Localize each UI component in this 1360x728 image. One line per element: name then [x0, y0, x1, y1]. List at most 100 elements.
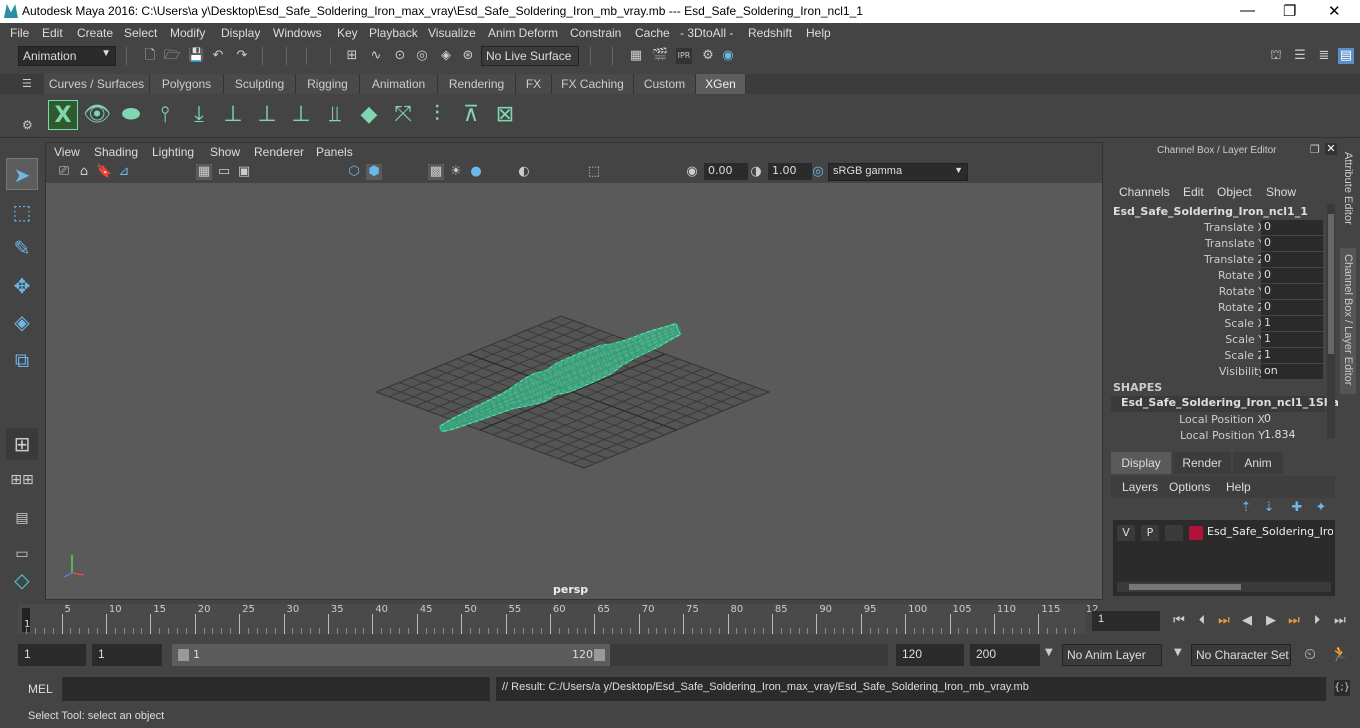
new-layer-icon[interactable]: ✚ [1289, 500, 1305, 516]
color-space-dropdown[interactable]: sRGB gamma ▼ [828, 163, 968, 181]
xgen-length-icon[interactable]: ⊼ [456, 100, 486, 130]
layer-playback-toggle[interactable]: P [1141, 525, 1159, 541]
xgen-add-guide-icon[interactable]: ⊥ [218, 100, 248, 130]
channel-value-field[interactable]: 0 [1261, 236, 1323, 251]
float-panel-icon[interactable]: ❐ [1310, 143, 1320, 156]
range-end-handle[interactable] [594, 649, 605, 661]
menu-help[interactable]: Help [806, 26, 831, 40]
channel-box-tab[interactable]: Channel Box / Layer Editor [1340, 248, 1356, 394]
camera-attributes-icon[interactable]: ⌂ [76, 164, 92, 180]
channel-row[interactable]: Translate Z0 [1105, 252, 1325, 268]
snap-grid-icon[interactable]: ⊞ [344, 48, 360, 64]
range-start-handle[interactable] [178, 649, 189, 661]
color-management-icon[interactable]: ◎ [810, 164, 826, 180]
step-back-key-icon[interactable]: ⏭ [1215, 612, 1233, 630]
layer-row[interactable]: V P Esd_Safe_Soldering_Iron [1113, 524, 1335, 542]
xgen-create-description-icon[interactable]: ⬬ [116, 100, 146, 130]
channel-row[interactable]: Scale Z1 [1105, 348, 1325, 364]
menu-redshift[interactable]: Redshift [748, 26, 792, 40]
xgen-place-guide-icon[interactable]: ⤓ [184, 100, 214, 130]
menu-set-dropdown[interactable]: Animation ▼ [18, 46, 116, 66]
image-plane-icon[interactable]: ⊿ [116, 164, 132, 180]
cb-menu-edit[interactable]: Edit [1183, 185, 1204, 199]
attribute-editor-tab[interactable]: Attribute Editor [1342, 152, 1354, 225]
exposure-field[interactable]: 0.00 [704, 163, 748, 180]
channel-row[interactable]: Translate X0 [1105, 220, 1325, 236]
play-forwards-icon[interactable]: ▶ [1262, 612, 1280, 630]
move-tool-icon[interactable]: ✥ [6, 270, 38, 302]
animation-preferences-icon[interactable]: 🏃 [1330, 646, 1349, 662]
channel-box-icon[interactable]: ▤ [1338, 48, 1354, 64]
close-panel-icon[interactable]: ✕ [1325, 143, 1337, 155]
layer-visibility-toggle[interactable]: V [1117, 525, 1135, 541]
four-view-layout-icon[interactable]: ⊞⊞ [6, 464, 38, 496]
channel-value-field[interactable]: 0 [1261, 252, 1323, 267]
viewport-menu-lighting[interactable]: Lighting [152, 145, 194, 159]
playback-start-field[interactable]: 1 [92, 644, 162, 666]
render-view-icon[interactable]: ▦ [628, 48, 644, 64]
auto-key-icon[interactable]: ⏲ [1302, 646, 1318, 662]
menu-edit[interactable]: Edit [42, 26, 63, 40]
tool-settings-icon[interactable]: ☰ [1292, 48, 1308, 64]
xray-icon[interactable]: ◐ [516, 164, 532, 180]
menu-file[interactable]: File [10, 26, 29, 40]
character-set-chevron-icon[interactable]: ▼ [1174, 647, 1182, 658]
channel-label[interactable]: Rotate Y [1219, 285, 1265, 298]
cb-menu-show[interactable]: Show [1266, 185, 1296, 199]
menu-visualize[interactable]: Visualize [428, 26, 476, 40]
tab-animation[interactable]: Animation [360, 74, 438, 94]
shape-channel-label[interactable]: Local Position Y [1180, 429, 1265, 442]
open-scene-icon[interactable]: 🗁 [164, 48, 180, 64]
xgen-sculpt-guide-icon[interactable]: ⫫ [320, 100, 350, 130]
workspace-icon[interactable]: ⛫ [1268, 48, 1284, 64]
layer-hscroll-thumb[interactable] [1129, 584, 1241, 590]
shape-channel-row[interactable]: Local Position X0 [1105, 412, 1325, 428]
scene-view[interactable] [46, 183, 1102, 599]
channel-label[interactable]: Translate Y [1205, 237, 1265, 250]
xgen-lock-guide-icon[interactable]: ⊥ [286, 100, 316, 130]
channel-label[interactable]: Rotate Z [1218, 301, 1265, 314]
xgen-guide-visibility-icon[interactable]: ⊥ [252, 100, 282, 130]
viewport-menu-panels[interactable]: Panels [316, 145, 353, 159]
viewport-menu-renderer[interactable]: Renderer [254, 145, 304, 159]
script-editor-icon[interactable]: {;} [1334, 680, 1350, 696]
snap-live-icon[interactable]: ⊛ [460, 48, 476, 64]
layer-type-toggle[interactable] [1165, 525, 1183, 541]
tab-render[interactable]: Render [1173, 452, 1231, 474]
channel-label[interactable]: Scale Y [1225, 333, 1265, 346]
lights-icon[interactable]: ☀ [448, 164, 464, 180]
anim-layer-chevron-icon[interactable]: ▼ [1045, 647, 1053, 658]
wireframe-icon[interactable]: ⬡ [346, 164, 362, 180]
channel-label[interactable]: Translate Z [1204, 253, 1265, 266]
tab-rendering[interactable]: Rendering [438, 74, 516, 94]
layer-menu-layers[interactable]: Layers [1122, 480, 1158, 494]
close-button[interactable]: ✕ [1328, 2, 1341, 20]
channel-row[interactable]: Translate Y0 [1105, 236, 1325, 252]
shape-channel-value[interactable]: 0 [1261, 412, 1323, 427]
range-slider[interactable]: 1 120 [172, 644, 610, 666]
channel-label[interactable]: Scale X [1224, 317, 1265, 330]
anim-layer-dropdown[interactable]: No Anim Layer [1062, 644, 1162, 666]
channel-value-field[interactable]: 0 [1261, 300, 1323, 315]
shape-name[interactable]: Esd_Safe_Soldering_Iron_ncl1_1Shape [1111, 396, 1354, 412]
step-forward-frame-icon[interactable]: ⏵ [1308, 612, 1326, 630]
lasso-tool-icon[interactable]: ⬚ [6, 196, 38, 228]
viewport-menu-show[interactable]: Show [210, 145, 240, 159]
xgen-delete-guide-icon[interactable]: ⊠ [490, 100, 520, 130]
cb-object-name[interactable]: Esd_Safe_Soldering_Iron_ncl1_1 [1113, 205, 1308, 218]
exposure-icon[interactable]: ◉ [684, 164, 700, 180]
snap-curve-icon[interactable]: ∿ [368, 48, 384, 64]
isolate-select-icon[interactable]: ⬚ [586, 164, 602, 180]
menu-display[interactable]: Display [221, 26, 260, 40]
channel-value-field[interactable]: 1 [1261, 332, 1323, 347]
go-to-start-icon[interactable]: ⏮ [1170, 612, 1188, 630]
channel-value-field[interactable]: on [1261, 364, 1323, 379]
channel-row[interactable]: Rotate X0 [1105, 268, 1325, 284]
xgen-logo-icon[interactable]: ◇ [6, 564, 38, 596]
xgen-preview-icon[interactable]: 👁 [82, 100, 112, 130]
channel-label[interactable]: Translate X [1204, 221, 1265, 234]
cb-menu-channels[interactable]: Channels [1119, 185, 1170, 199]
shape-channel-value[interactable]: 1.834 [1261, 428, 1323, 443]
ipr-render-icon[interactable]: IPR [676, 48, 692, 64]
channel-row[interactable]: Scale X1 [1105, 316, 1325, 332]
